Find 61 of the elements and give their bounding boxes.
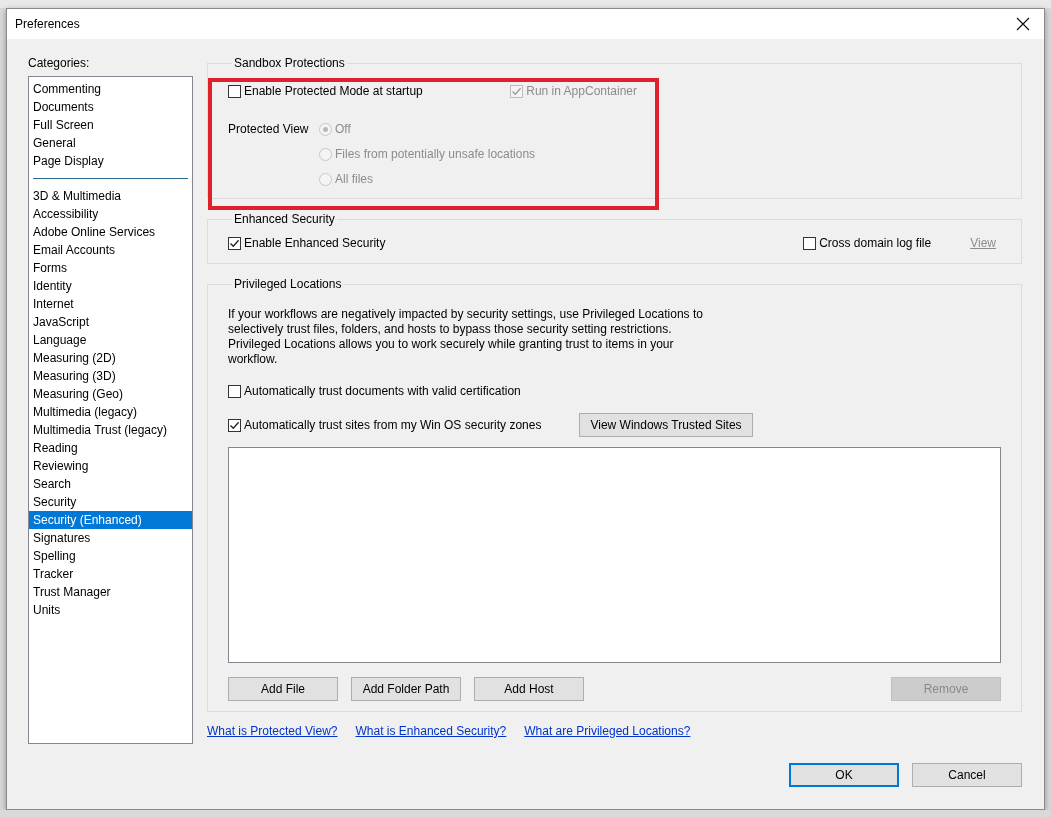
action-button[interactable]: Add Folder Path <box>351 677 461 701</box>
category-item[interactable]: Multimedia Trust (legacy) <box>29 421 192 439</box>
checkbox[interactable] <box>228 84 241 98</box>
radio-label: Files from potentially unsafe locations <box>335 147 536 161</box>
category-item[interactable]: Reviewing <box>29 457 192 475</box>
checkbox[interactable] <box>228 384 241 398</box>
category-item[interactable]: Measuring (3D) <box>29 367 192 385</box>
checkbox-label: Enable Protected Mode at startup <box>244 84 423 98</box>
category-item[interactable]: Trust Manager <box>29 583 192 601</box>
category-item[interactable]: Spelling <box>29 547 192 565</box>
category-item[interactable]: Page Display <box>29 152 192 170</box>
close-icon[interactable] <box>1016 17 1030 31</box>
checkbox[interactable] <box>803 236 817 250</box>
radio-label: Off <box>335 122 351 136</box>
help-link[interactable]: What is Enhanced Security? <box>355 724 507 738</box>
dialog-button[interactable]: Cancel <box>912 763 1022 787</box>
category-item[interactable]: Documents <box>29 98 192 116</box>
category-item[interactable]: Reading <box>29 439 192 457</box>
category-item[interactable]: Search <box>29 475 192 493</box>
checkbox-label: Run in AppContainer <box>526 84 637 98</box>
checkbox-label: Automatically trust sites from my Win OS security zones <box>244 418 542 432</box>
category-item[interactable]: Forms <box>29 259 192 277</box>
categories-label: Categories: <box>28 56 91 70</box>
category-item[interactable]: Language <box>29 331 192 349</box>
category-item[interactable]: Email Accounts <box>29 241 192 259</box>
category-item[interactable]: JavaScript <box>29 313 192 331</box>
category-item[interactable]: General <box>29 134 192 152</box>
description-text: If your workflows are negatively impacted by security settings, use Privileged Locations to selectively trust files, folders, and hosts to bypass those security setting restrictions. Privileged Locations allows you to work securely while granting trust to items in your workflow. <box>228 307 704 367</box>
category-item[interactable]: Tracker <box>29 565 192 583</box>
category-item[interactable]: Commenting <box>29 80 192 98</box>
group-title: Sandbox Protections <box>233 56 346 70</box>
category-item[interactable]: Full Screen <box>29 116 192 134</box>
category-item[interactable]: Measuring (Geo) <box>29 385 192 403</box>
category-item[interactable]: Security <box>29 493 192 511</box>
group-title: Privileged Locations <box>233 277 343 291</box>
checkbox-label: Enable Enhanced Security <box>244 236 386 250</box>
category-item[interactable]: Signatures <box>29 529 192 547</box>
category-item[interactable]: Adobe Online Services <box>29 223 192 241</box>
category-item[interactable]: Identity <box>29 277 192 295</box>
action-button[interactable]: Add File <box>228 677 338 701</box>
category-item[interactable]: Multimedia (legacy) <box>29 403 192 421</box>
trusted-sites-button[interactable]: View Windows Trusted Sites <box>579 413 753 437</box>
category-item[interactable]: Security (Enhanced) <box>29 511 192 529</box>
checkbox-label: Automatically trust documents with valid certification <box>244 384 521 398</box>
action-button[interactable]: Add Host <box>474 677 584 701</box>
protected-view-label: Protected View <box>228 122 309 136</box>
action-button: Remove <box>891 677 1001 701</box>
category-item[interactable]: 3D & Multimedia <box>29 187 192 205</box>
help-link[interactable]: What is Protected View? <box>207 724 338 738</box>
category-item[interactable]: Units <box>29 601 192 619</box>
window-title: Preferences <box>15 17 80 31</box>
radio-label: All files <box>335 172 373 186</box>
help-link[interactable]: What are Privileged Locations? <box>524 724 691 738</box>
category-item[interactable]: Measuring (2D) <box>29 349 192 367</box>
checkbox[interactable] <box>228 236 241 250</box>
dialog-button[interactable]: OK <box>789 763 899 787</box>
group-title: Enhanced Security <box>233 212 336 226</box>
checkbox-label: Cross domain log file <box>819 236 932 250</box>
checkbox[interactable] <box>228 418 241 432</box>
category-item[interactable]: Accessibility <box>29 205 192 223</box>
category-item[interactable]: Internet <box>29 295 192 313</box>
